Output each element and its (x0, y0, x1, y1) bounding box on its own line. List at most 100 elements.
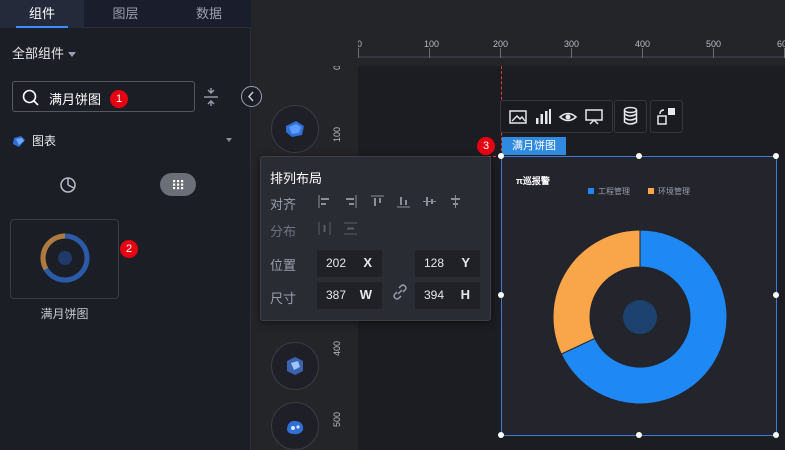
ruler-v-label: 400 (332, 341, 342, 356)
w-axis-label: W (359, 287, 372, 302)
legend-swatch (588, 188, 594, 194)
h-axis-label: H (460, 287, 470, 302)
align-right-icon[interactable] (344, 195, 357, 208)
legend-label: 环境管理 (658, 186, 690, 196)
blue-blob-icon (287, 420, 304, 435)
align-middle-icon[interactable] (423, 195, 436, 208)
component-card-full-moon-pie[interactable] (10, 219, 119, 299)
chevron-left-icon (247, 91, 254, 102)
component-panel: 组件 图层 数据 全部组件 满月饼图 1 图表 2 满月饼图 (0, 0, 251, 450)
size-h-field[interactable]: 394 H (415, 282, 480, 309)
position-y-field[interactable]: 128 Y (415, 250, 480, 277)
step-badge-3: 3 (477, 137, 495, 155)
size-label: 尺寸 (270, 291, 297, 306)
eye-icon[interactable] (558, 107, 578, 127)
blue-cube-icon (286, 121, 304, 137)
step-badge-2: 2 (120, 240, 138, 258)
component-shortcut[interactable] (271, 105, 319, 153)
horizontal-ruler: 0 100 200 300 400 500 600 (358, 39, 785, 58)
align-left-icon[interactable] (318, 195, 331, 208)
component-search-input[interactable]: 满月饼图 (12, 81, 195, 112)
component-shortcut[interactable] (271, 402, 319, 450)
size-w-field[interactable]: 387 W (317, 282, 382, 309)
resize-handle-tl[interactable] (498, 153, 504, 159)
position-y-value: 128 (424, 256, 445, 270)
pie-slices (552, 229, 728, 405)
distribute-label: 分布 (270, 224, 297, 239)
chart-category-icon (13, 136, 25, 148)
ruler-h-label: 100 (424, 39, 439, 49)
shape-swap-icon (657, 108, 675, 125)
database-icon (623, 106, 638, 125)
resize-handle-tr[interactable] (773, 153, 779, 159)
resize-handle-t[interactable] (636, 153, 642, 159)
screen-icon[interactable] (584, 107, 604, 127)
x-axis-label: X (363, 255, 372, 270)
resize-handle-br[interactable] (773, 432, 779, 438)
category-label: 图表 (32, 134, 57, 148)
component-name-tag[interactable]: 满月饼图 (502, 137, 566, 155)
resize-handle-r[interactable] (773, 292, 779, 298)
category-caret-icon[interactable] (226, 138, 232, 142)
ruler-v-label: 100 (332, 127, 342, 142)
search-value: 满月饼图 (49, 92, 102, 107)
resize-handle-bl[interactable] (498, 432, 504, 438)
all-components-dropdown[interactable]: 全部组件 (12, 43, 77, 62)
layout-popup: 排列布局 对齐 分布 位置 202 X 128 Y 尺寸 387 W 394 H (260, 156, 491, 321)
pie-view-icon[interactable] (59, 176, 77, 194)
chart-legend: 工程管理 环境管理 (588, 186, 690, 196)
align-bottom-icon[interactable] (397, 195, 410, 208)
component-card-label: 满月饼图 (40, 307, 89, 321)
size-w-value: 387 (326, 288, 347, 302)
align-top-icon[interactable] (371, 195, 384, 208)
resize-handle-l[interactable] (498, 292, 504, 298)
tab-components[interactable]: 组件 (0, 0, 84, 28)
position-label: 位置 (270, 258, 297, 273)
legend-label: 工程管理 (598, 186, 630, 196)
ruler-h-label: 500 (706, 39, 721, 49)
size-h-value: 394 (424, 288, 445, 302)
chart-category[interactable]: 图表 (12, 132, 56, 149)
panel-tabs: 组件 图层 数据 (0, 0, 251, 28)
component-toolbar (500, 100, 613, 133)
pie-center-dot (623, 300, 657, 334)
collapse-panel-button[interactable] (241, 86, 262, 107)
tab-layers[interactable]: 图层 (84, 0, 167, 28)
distribute-vertical-icon[interactable] (344, 222, 357, 235)
distribute-horizontal-icon[interactable] (318, 222, 331, 235)
grid-icon (173, 180, 184, 190)
ruler-h-label: 0 (358, 39, 362, 49)
search-icon (22, 89, 39, 106)
ruler-h-label: 200 (493, 39, 508, 49)
ruler-v-label: 0 (332, 66, 342, 70)
ruler-h-label: 600 (777, 39, 785, 49)
image-icon[interactable] (508, 107, 528, 127)
step-badge-1: 1 (110, 90, 128, 108)
align-label: 对齐 (270, 197, 297, 212)
align-center-icon[interactable] (449, 195, 462, 208)
pie-chart: π巡报警 工程管理 环境管理 (516, 175, 728, 405)
pie-slice[interactable] (552, 229, 641, 355)
position-x-value: 202 (326, 256, 347, 270)
y-axis-label: Y (461, 255, 470, 270)
collapse-filter-icon[interactable] (202, 88, 220, 106)
database-button[interactable] (614, 100, 647, 133)
link-ratio-icon[interactable] (392, 284, 408, 300)
shape-swap-button[interactable] (650, 100, 683, 133)
hexagon-cube-icon (287, 357, 303, 375)
component-shortcut[interactable] (271, 342, 319, 390)
grid-view-button[interactable] (160, 173, 196, 196)
tab-data[interactable]: 数据 (167, 0, 251, 28)
full-moon-pie-component[interactable]: π巡报警 工程管理 环境管理 (501, 156, 777, 436)
chart-title: π巡报警 (516, 175, 550, 186)
resize-handle-b[interactable] (636, 432, 642, 438)
ruler-h-label: 400 (635, 39, 650, 49)
ruler-v-label: 500 (332, 412, 342, 427)
all-components-label: 全部组件 (12, 46, 65, 61)
popup-title: 排列布局 (270, 171, 323, 186)
legend-swatch (648, 188, 654, 194)
bar-chart-icon[interactable] (533, 107, 553, 127)
caret-down-icon (68, 52, 77, 58)
full-moon-pie-thumbnail-icon (40, 233, 90, 283)
position-x-field[interactable]: 202 X (317, 250, 382, 277)
